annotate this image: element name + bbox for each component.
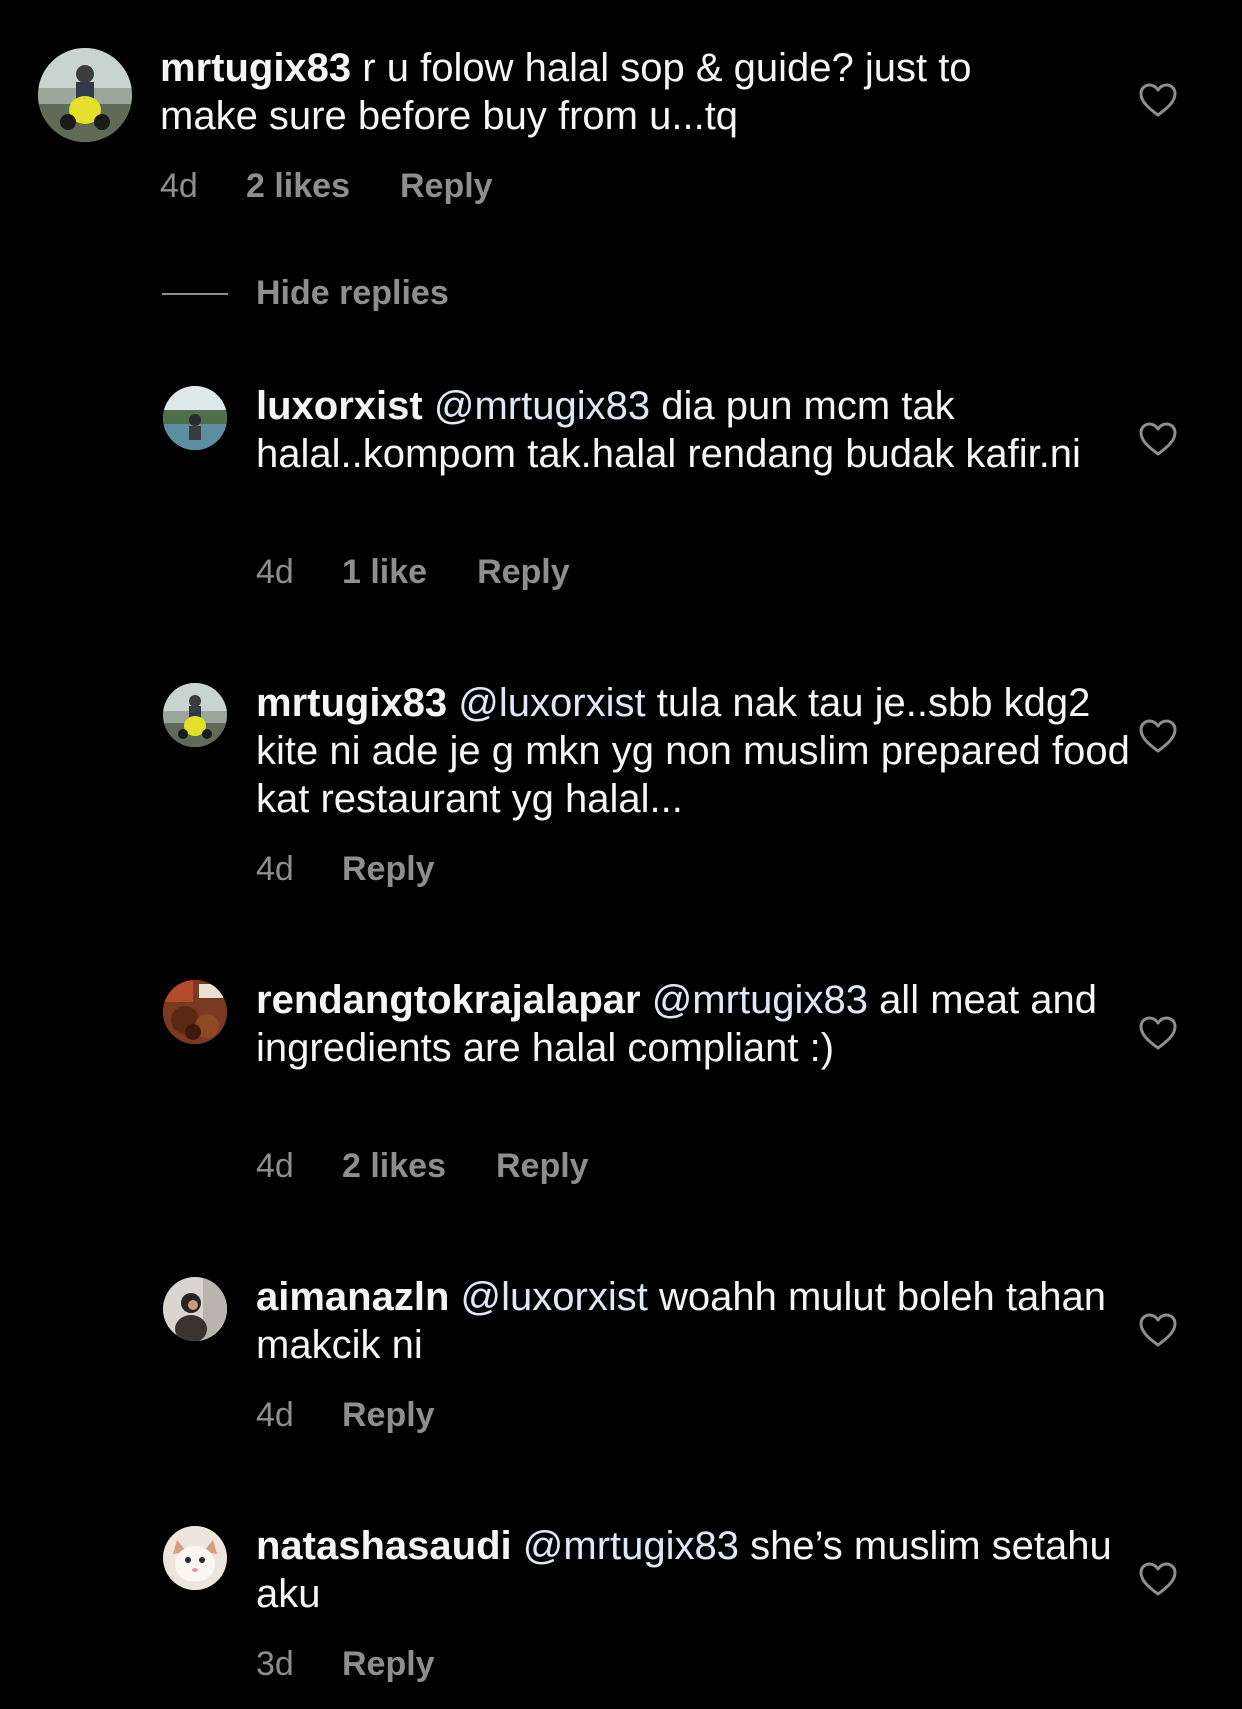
like-button[interactable]: [1138, 1312, 1178, 1348]
like-button[interactable]: [1138, 1015, 1178, 1051]
comment-text: aimanazln @luxorxist woahh mulut boleh t…: [256, 1273, 1156, 1369]
comment-meta: 4d Reply: [256, 849, 435, 889]
comment-mention[interactable]: @mrtugix83: [652, 978, 868, 1022]
comment-time: 4d: [256, 1147, 294, 1185]
like-button[interactable]: [1138, 1561, 1178, 1597]
comment-time: 3d: [256, 1645, 294, 1683]
comment-username[interactable]: mrtugix83: [256, 681, 447, 725]
avatar[interactable]: [163, 980, 227, 1044]
reply-button[interactable]: Reply: [496, 1146, 589, 1186]
avatar[interactable]: [163, 386, 227, 450]
comment-username[interactable]: mrtugix83: [160, 46, 351, 90]
comment-mention[interactable]: @luxorxist: [458, 681, 645, 725]
comment-meta: 4d Reply: [256, 1395, 435, 1435]
comment-mention[interactable]: @mrtugix83: [523, 1524, 739, 1568]
comment-username[interactable]: aimanazln: [256, 1275, 449, 1319]
comment-username[interactable]: rendangtokrajalapar: [256, 978, 641, 1022]
comment-time: 4d: [256, 553, 294, 591]
comment-username[interactable]: luxorxist: [256, 384, 423, 428]
reply-button[interactable]: Reply: [342, 1395, 435, 1435]
comment-text: natashasaudi @mrtugix83 she’s muslim set…: [256, 1522, 1156, 1618]
comment-mention[interactable]: @luxorxist: [461, 1275, 648, 1319]
comment-likes[interactable]: 2 likes: [342, 1146, 446, 1186]
like-button[interactable]: [1138, 718, 1178, 754]
heart-icon: [1139, 719, 1177, 753]
heart-icon: [1139, 1016, 1177, 1050]
avatar[interactable]: [163, 1526, 227, 1590]
comment-time: 4d: [256, 850, 294, 888]
comment-text: rendangtokrajalapar @mrtugix83 all meat …: [256, 976, 1156, 1072]
heart-icon: [1139, 83, 1177, 117]
comment-meta: 3d Reply: [256, 1644, 435, 1684]
avatar[interactable]: [163, 683, 227, 747]
lake-photo-icon: [163, 386, 227, 450]
comment-mention[interactable]: @mrtugix83: [434, 384, 650, 428]
comment-likes[interactable]: 2 likes: [246, 166, 350, 206]
comment-username[interactable]: natashasaudi: [256, 1524, 512, 1568]
comment-meta: 4d 2 likes Reply: [256, 1146, 589, 1186]
person-photo-icon: [163, 1277, 227, 1341]
comment-meta: 4d 2 likes Reply: [160, 166, 493, 206]
avatar[interactable]: [163, 1277, 227, 1341]
comment-likes[interactable]: 1 like: [342, 552, 427, 592]
comment-time: 4d: [160, 167, 198, 205]
comment-text: mrtugix83 r u folow halal sop & guide? j…: [160, 44, 1060, 140]
comment-time: 4d: [256, 1396, 294, 1434]
avatar[interactable]: [38, 48, 132, 142]
like-button[interactable]: [1138, 82, 1178, 118]
cat-photo-icon: [163, 1526, 227, 1590]
heart-icon: [1139, 1313, 1177, 1347]
motorcycle-rider-photo-icon: [163, 683, 227, 747]
divider-line: [162, 292, 228, 295]
comment-meta: 4d 1 like Reply: [256, 552, 570, 592]
comment-text: luxorxist @mrtugix83 dia pun mcm tak hal…: [256, 382, 1156, 478]
reply-button[interactable]: Reply: [400, 166, 493, 206]
heart-icon: [1139, 1562, 1177, 1596]
hide-replies-button[interactable]: Hide replies: [162, 274, 449, 313]
reply-button[interactable]: Reply: [342, 849, 435, 889]
hide-replies-label: Hide replies: [256, 274, 449, 312]
comment-text: mrtugix83 @luxorxist tula nak tau je..sb…: [256, 679, 1156, 823]
rendang-food-photo-icon: [163, 980, 227, 1044]
heart-icon: [1139, 422, 1177, 456]
reply-button[interactable]: Reply: [342, 1644, 435, 1684]
reply-button[interactable]: Reply: [477, 552, 570, 592]
like-button[interactable]: [1138, 421, 1178, 457]
motorcycle-rider-photo-icon: [38, 48, 132, 142]
